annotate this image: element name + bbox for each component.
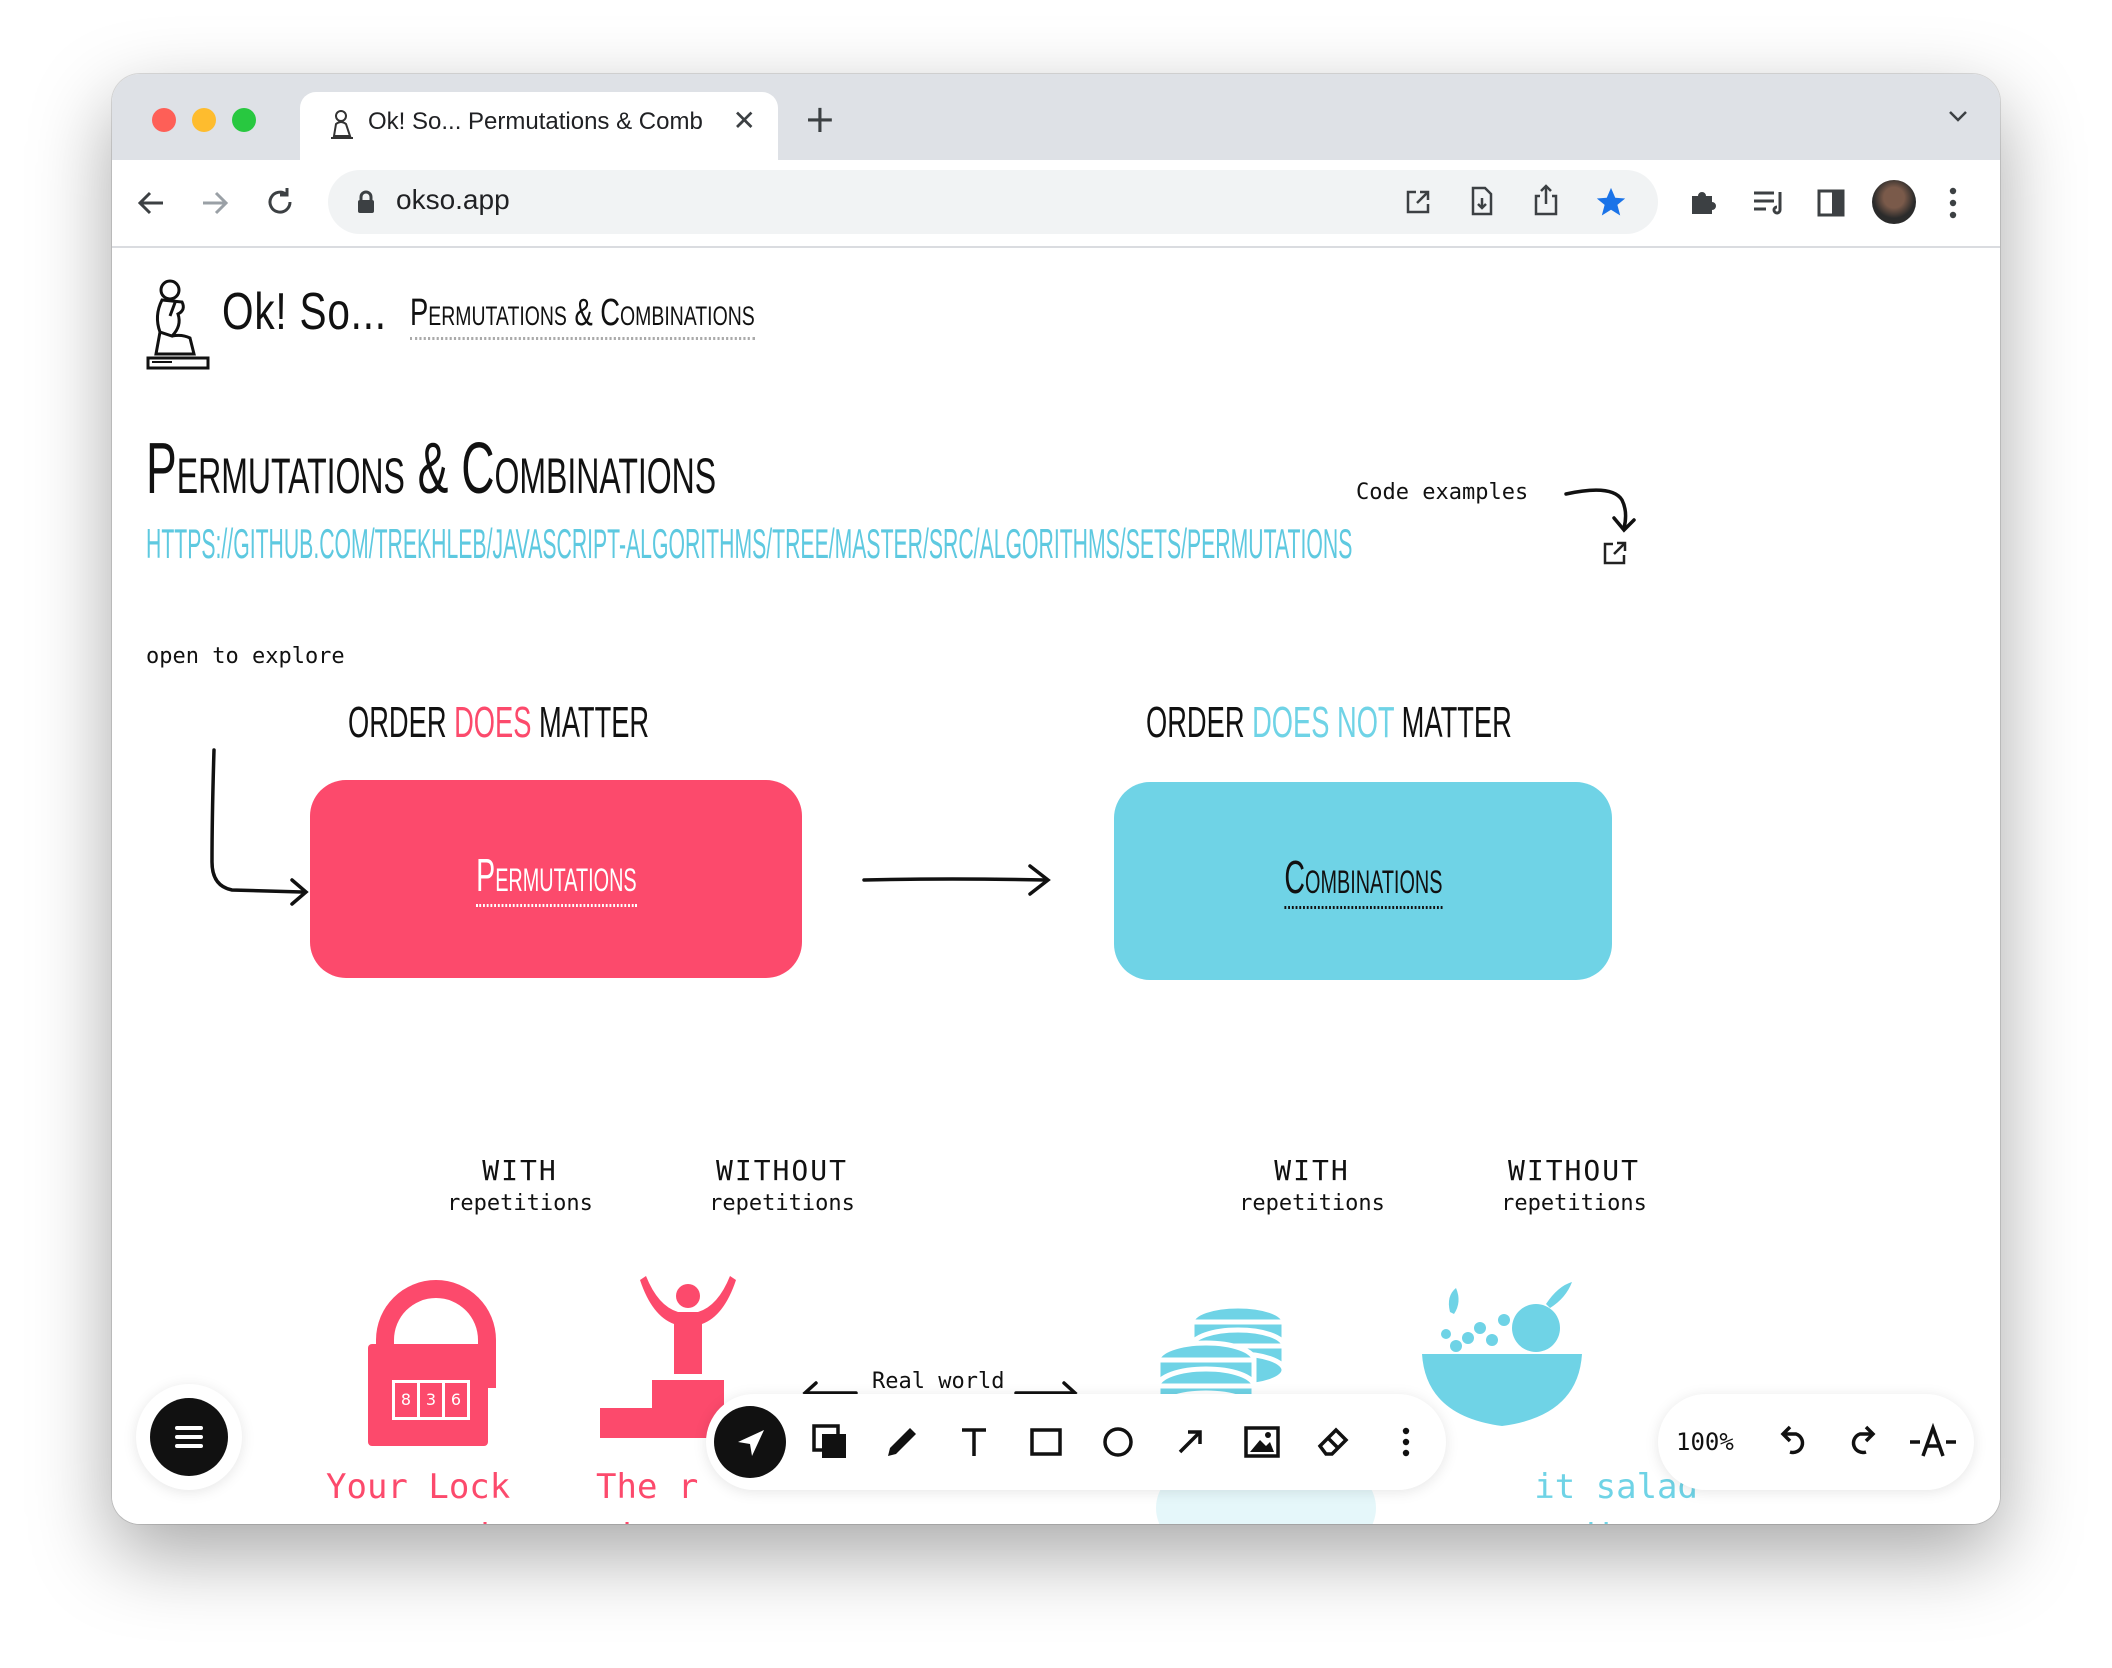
tab-close-icon[interactable]: ✕	[733, 104, 756, 137]
tab-search-chevron-icon[interactable]	[1946, 104, 1970, 128]
browser-tab[interactable]: Ok! So... Permutations & Comb ✕	[300, 92, 778, 160]
heading-suffix: MATTER	[1401, 698, 1512, 747]
external-link-icon[interactable]	[1602, 540, 1628, 566]
new-tab-button[interactable]: +	[804, 100, 836, 138]
example-caption: The r winner	[596, 1467, 719, 1524]
open-in-window-icon[interactable]	[1404, 188, 1432, 216]
thinker-favicon-icon	[331, 110, 353, 139]
combinations-card-label[interactable]: Combinations	[1114, 850, 1612, 909]
reload-icon[interactable]	[264, 186, 296, 218]
navigation-arrow-icon[interactable]	[736, 1428, 766, 1458]
redo-icon[interactable]	[1846, 1424, 1882, 1460]
zoom-history-bar: 100%	[1658, 1394, 1974, 1490]
address-bar[interactable]: okso.app	[328, 170, 1658, 234]
maximize-window-button[interactable]	[232, 108, 256, 132]
right-arrow-icon	[862, 864, 1051, 896]
curved-arrow-down-icon	[1564, 488, 1636, 533]
heading-highlight: DOES NOT	[1252, 698, 1395, 747]
bookmark-star-icon[interactable]	[1594, 185, 1628, 219]
font-style-icon[interactable]	[1908, 1422, 1958, 1462]
install-page-icon[interactable]	[1468, 186, 1496, 216]
drawing-toolbar	[706, 1394, 1446, 1490]
hamburger-icon[interactable]	[174, 1423, 204, 1451]
column-label: WITHOUT repetitions	[1501, 1154, 1647, 1216]
undo-icon[interactable]	[1774, 1424, 1810, 1460]
circle-tool-icon[interactable]	[1094, 1418, 1142, 1466]
forward-arrow-icon[interactable]	[200, 188, 230, 218]
combinations-link[interactable]: Combinations	[1283, 850, 1443, 909]
open-to-explore-note: open to explore	[146, 644, 345, 669]
permutations-heading: ORDER DOES MATTER	[348, 698, 649, 748]
combinations-card[interactable]: Combinations	[1114, 782, 1612, 980]
layers-tool-icon[interactable]	[806, 1418, 854, 1466]
browser-menu-icon[interactable]	[1948, 186, 1958, 220]
pencil-tool-icon[interactable]	[878, 1418, 926, 1466]
profile-avatar[interactable]	[1872, 180, 1916, 224]
column-label: WITH repetitions	[447, 1154, 593, 1216]
example-caption: it salad gredients	[1514, 1467, 1698, 1524]
permutations-card[interactable]: Permutations	[310, 780, 802, 978]
tab-title: Ok! So... Permutations & Comb	[368, 108, 703, 135]
code-examples-note: Code examples	[1356, 480, 1529, 505]
thinker-logo-icon	[146, 279, 210, 370]
extensions-puzzle-icon[interactable]	[1688, 186, 1720, 218]
menu-fab[interactable]	[136, 1384, 242, 1490]
combination-dials: 8 3 6	[392, 1380, 470, 1420]
select-tool[interactable]	[714, 1406, 786, 1478]
padlock-icon: 8 3 6	[368, 1280, 496, 1446]
rectangle-tool-icon[interactable]	[1022, 1418, 1070, 1466]
url-text: okso.app	[396, 184, 510, 215]
github-link[interactable]: https://github.com/trekhleb/javascript-a…	[146, 520, 1352, 568]
bent-arrow-right-icon	[210, 748, 309, 906]
back-arrow-icon[interactable]	[136, 188, 166, 218]
heading-highlight: DOES	[454, 698, 532, 747]
image-tool-icon[interactable]	[1238, 1418, 1286, 1466]
breadcrumb-title[interactable]: Permutations & Combinations	[410, 292, 755, 340]
column-label: WITH repetitions	[1239, 1154, 1385, 1216]
browser-window: Ok! So... Permutations & Comb ✕ + okso.a…	[112, 74, 2000, 1524]
column-label: WITHOUT repetitions	[709, 1154, 855, 1216]
heading-prefix: ORDER	[348, 698, 447, 747]
eraser-tool-icon[interactable]	[1310, 1418, 1358, 1466]
fruit-bowl-icon	[1422, 1282, 1582, 1426]
tab-strip: Ok! So... Permutations & Comb ✕ +	[112, 74, 2000, 160]
arrow-tool-icon[interactable]	[1166, 1418, 1214, 1466]
lock-icon	[358, 190, 374, 213]
permutations-link[interactable]: Permutations	[475, 848, 637, 907]
page-content: Ok! So... Permutations & Combinations Pe…	[112, 248, 2000, 1524]
combinations-heading: ORDER DOES NOT MATTER	[1146, 698, 1512, 748]
minimize-window-button[interactable]	[192, 108, 216, 132]
browser-toolbar: okso.app	[112, 160, 2000, 248]
reading-list-icon[interactable]	[1752, 188, 1786, 216]
app-logo-text[interactable]: Ok! So...	[222, 282, 387, 342]
menu-fab-inner[interactable]	[150, 1398, 228, 1476]
more-tools-icon[interactable]	[1382, 1418, 1430, 1466]
heading-suffix: MATTER	[539, 698, 650, 747]
text-tool-icon[interactable]	[950, 1418, 998, 1466]
heading-prefix: ORDER	[1146, 698, 1245, 747]
share-icon[interactable]	[1532, 184, 1560, 216]
canvas-title: Permutations & Combinations	[146, 429, 717, 509]
side-panel-icon[interactable]	[1816, 188, 1846, 218]
example-caption: Your Lock password	[326, 1467, 511, 1524]
close-window-button[interactable]	[152, 108, 176, 132]
zoom-level[interactable]: 100%	[1676, 1428, 1734, 1456]
permutations-card-label[interactable]: Permutations	[310, 848, 802, 907]
